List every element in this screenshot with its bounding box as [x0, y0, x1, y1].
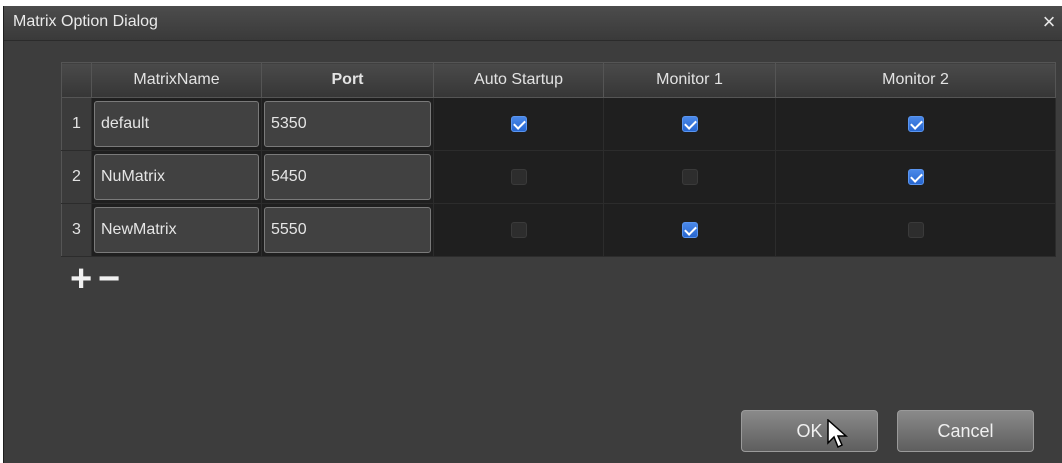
matrix-name-field[interactable]: default: [94, 101, 259, 147]
auto-startup-checkbox[interactable]: [510, 115, 527, 132]
table-row: 3 NewMatrix 5550: [61, 203, 1056, 257]
dialog-title: Matrix Option Dialog: [13, 13, 158, 30]
ok-button[interactable]: OK: [741, 410, 878, 452]
row-number: 2: [61, 150, 92, 204]
monitor-2-checkbox[interactable]: [907, 115, 924, 132]
auto-startup-checkbox[interactable]: [510, 221, 527, 238]
matrix-table: MatrixName Port Auto Startup Monitor 1 M…: [61, 62, 1056, 257]
matrix-name-field[interactable]: NewMatrix: [94, 207, 259, 253]
port-field[interactable]: 5550: [264, 207, 431, 253]
header-matrixname[interactable]: MatrixName: [91, 62, 262, 98]
monitor-2-checkbox[interactable]: [907, 168, 924, 185]
row-number: 1: [61, 97, 92, 151]
title-bar: Matrix Option Dialog ×: [4, 6, 1062, 41]
matrix-option-dialog: Matrix Option Dialog × MatrixName Port A…: [3, 6, 1062, 463]
close-icon[interactable]: ×: [1037, 9, 1061, 35]
minus-icon[interactable]: −: [98, 260, 120, 298]
mouse-pointer-icon: [827, 419, 848, 449]
cancel-button[interactable]: Cancel: [897, 410, 1034, 452]
header-port[interactable]: Port: [261, 62, 434, 98]
row-number: 3: [61, 203, 92, 257]
header-monitor-1[interactable]: Monitor 1: [603, 62, 776, 98]
monitor-1-checkbox[interactable]: [681, 115, 698, 132]
monitor-1-checkbox[interactable]: [681, 221, 698, 238]
plus-icon[interactable]: +: [70, 260, 92, 298]
header-monitor-2[interactable]: Monitor 2: [775, 62, 1056, 98]
row-number-header: [61, 62, 92, 98]
table-header-row: MatrixName Port Auto Startup Monitor 1 M…: [61, 62, 1056, 98]
matrix-name-field[interactable]: NuMatrix: [94, 154, 259, 200]
table-row: 2 NuMatrix 5450: [61, 150, 1056, 204]
port-field[interactable]: 5450: [264, 154, 431, 200]
monitor-1-checkbox[interactable]: [681, 168, 698, 185]
header-auto-startup[interactable]: Auto Startup: [433, 62, 604, 98]
port-field[interactable]: 5350: [264, 101, 431, 147]
auto-startup-checkbox[interactable]: [510, 168, 527, 185]
monitor-2-checkbox[interactable]: [907, 221, 924, 238]
table-row: 1 default 5350: [61, 97, 1056, 151]
